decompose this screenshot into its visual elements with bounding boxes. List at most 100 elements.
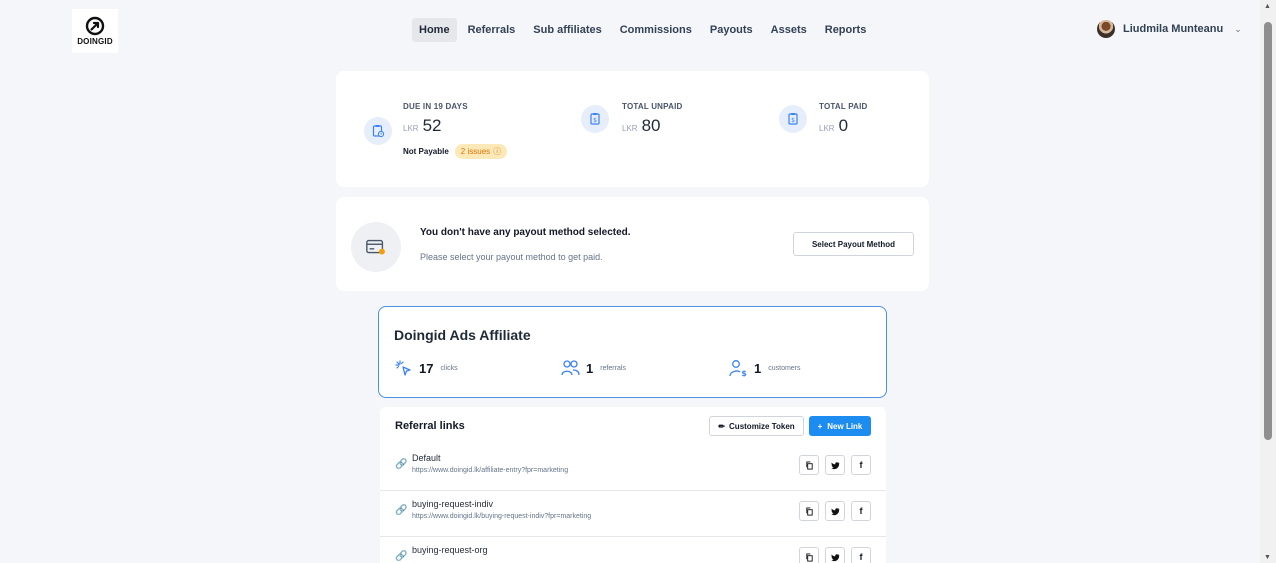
payout-warning-title: You don't have any payout method selecte… xyxy=(420,227,631,238)
link-actions: f xyxy=(799,501,871,521)
paid-label: TOTAL PAID xyxy=(819,102,868,111)
svg-text:$: $ xyxy=(593,117,597,124)
link-icon: 🔗 xyxy=(395,459,408,470)
svg-text:$: $ xyxy=(741,369,747,377)
paid-value: LKR 0 xyxy=(819,116,848,136)
plus-icon: + xyxy=(817,421,823,431)
facebook-icon: f xyxy=(859,552,863,562)
svg-text:$: $ xyxy=(791,117,795,124)
due-value: LKR 52 xyxy=(403,116,441,136)
info-icon: ⓘ xyxy=(493,147,502,156)
scroll-down-arrow-icon[interactable]: ▼ xyxy=(1264,554,1271,561)
issues-badge[interactable]: 2 issues ⓘ xyxy=(454,144,508,159)
due-currency: LKR xyxy=(403,124,419,133)
clipboard-clock-icon xyxy=(364,117,392,145)
due-amount: 52 xyxy=(422,116,442,135)
referral-link-row: 🔗 Default https://www.doingid.lk/affilia… xyxy=(380,445,886,491)
facebook-icon: f xyxy=(859,506,863,516)
paid-currency: LKR xyxy=(819,124,835,133)
copy-icon xyxy=(805,506,813,516)
payment-card-icon xyxy=(351,222,401,272)
twitter-icon xyxy=(830,461,840,469)
not-payable-text: Not Payable xyxy=(403,147,449,156)
link-icon: 🔗 xyxy=(395,505,408,516)
unpaid-value: LKR 80 xyxy=(622,116,660,136)
paid-amount: 0 xyxy=(838,116,849,135)
nav-home[interactable]: Home xyxy=(412,18,457,42)
customers-stat: $ 1 customers xyxy=(729,359,801,377)
referrals-label: referrals xyxy=(600,364,626,372)
brand-logo[interactable]: DOINGID xyxy=(72,9,118,53)
user-menu[interactable]: Liudmila Munteanu ⌄ xyxy=(1097,20,1242,38)
share-twitter-button[interactable] xyxy=(825,547,845,563)
share-twitter-button[interactable] xyxy=(825,455,845,475)
top-navigation-bar: DOINGID Home Referrals Sub affiliates Co… xyxy=(0,0,1260,60)
main-nav: Home Referrals Sub affiliates Commission… xyxy=(412,18,877,42)
clicks-stat: 17 clicks xyxy=(394,359,458,377)
clicks-count: 17 xyxy=(419,360,434,376)
referral-link-row: 🔗 buying-request-indiv https://www.doing… xyxy=(380,491,886,537)
customers-label: customers xyxy=(768,364,801,372)
link-name: Default xyxy=(412,453,441,463)
referrals-count: 1 xyxy=(586,360,594,376)
nav-assets[interactable]: Assets xyxy=(764,18,814,42)
referral-links-title: Referral links xyxy=(395,420,465,432)
avatar xyxy=(1097,20,1115,38)
scroll-up-arrow-icon[interactable]: ▲ xyxy=(1264,3,1271,10)
page-scrollbar[interactable]: ▲ ▼ xyxy=(1260,0,1276,563)
new-link-button[interactable]: + New Link xyxy=(809,416,871,436)
copy-link-button[interactable] xyxy=(799,547,819,563)
customize-token-label: Customize Token xyxy=(729,421,795,431)
facebook-icon: f xyxy=(859,460,863,470)
unpaid-currency: LKR xyxy=(622,124,638,133)
commission-stats-card: DUE IN 19 DAYS LKR 52 Not Payable 2 issu… xyxy=(336,71,929,187)
users-icon xyxy=(561,360,580,376)
referral-links-card: Referral links ✏ Customize Token + New L… xyxy=(380,407,886,563)
copy-link-button[interactable] xyxy=(799,455,819,475)
customize-token-button[interactable]: ✏ Customize Token xyxy=(709,416,804,436)
new-link-label: New Link xyxy=(827,421,863,431)
referrals-stat: 1 referrals xyxy=(561,359,626,377)
clipboard-dollar-icon: $ xyxy=(581,105,609,133)
affiliate-program-title: Doingid Ads Affiliate xyxy=(394,327,531,343)
link-name: buying-request-org xyxy=(412,545,488,555)
share-facebook-button[interactable]: f xyxy=(851,501,871,521)
link-url[interactable]: https://www.doingid.lk/buying-request-in… xyxy=(412,513,591,520)
twitter-icon xyxy=(830,553,840,561)
nav-payouts[interactable]: Payouts xyxy=(703,18,760,42)
cursor-click-icon xyxy=(395,360,411,376)
share-twitter-button[interactable] xyxy=(825,501,845,521)
link-actions: f xyxy=(799,547,871,563)
customers-count: 1 xyxy=(754,360,762,376)
logo-text: DOINGID xyxy=(77,37,113,46)
copy-icon xyxy=(805,552,813,562)
twitter-icon xyxy=(830,507,840,515)
unpaid-amount: 80 xyxy=(641,116,661,135)
nav-sub-affiliates[interactable]: Sub affiliates xyxy=(526,18,608,42)
issues-text: 2 issues xyxy=(460,147,491,156)
chevron-down-icon: ⌄ xyxy=(1234,23,1242,34)
link-actions: f xyxy=(799,455,871,475)
share-facebook-button[interactable]: f xyxy=(851,455,871,475)
nav-referrals[interactable]: Referrals xyxy=(461,18,523,42)
unpaid-label: TOTAL UNPAID xyxy=(622,102,683,111)
due-label: DUE IN 19 DAYS xyxy=(403,102,468,111)
nav-reports[interactable]: Reports xyxy=(818,18,874,42)
not-payable-row: Not Payable 2 issues ⓘ xyxy=(403,144,508,159)
share-facebook-button[interactable]: f xyxy=(851,547,871,563)
clicks-label: clicks xyxy=(440,364,458,372)
affiliate-program-card: Doingid Ads Affiliate 17 clicks 1 referr… xyxy=(378,306,887,398)
select-payout-method-button[interactable]: Select Payout Method xyxy=(793,232,914,256)
link-url[interactable]: https://www.doingid.lk/affiliate-entry?f… xyxy=(412,467,568,474)
referral-link-row: 🔗 buying-request-org f xyxy=(380,537,886,563)
pencil-icon: ✏ xyxy=(718,421,726,431)
scroll-thumb[interactable] xyxy=(1264,22,1272,440)
payout-warning-subtitle: Please select your payout method to get … xyxy=(420,252,603,262)
user-dollar-icon: $ xyxy=(729,360,747,377)
copy-icon xyxy=(805,460,813,470)
nav-commissions[interactable]: Commissions xyxy=(613,18,699,42)
clipboard-dollar-paid-icon: $ xyxy=(779,105,807,133)
link-icon: 🔗 xyxy=(395,551,408,562)
copy-link-button[interactable] xyxy=(799,501,819,521)
link-name: buying-request-indiv xyxy=(412,499,494,509)
